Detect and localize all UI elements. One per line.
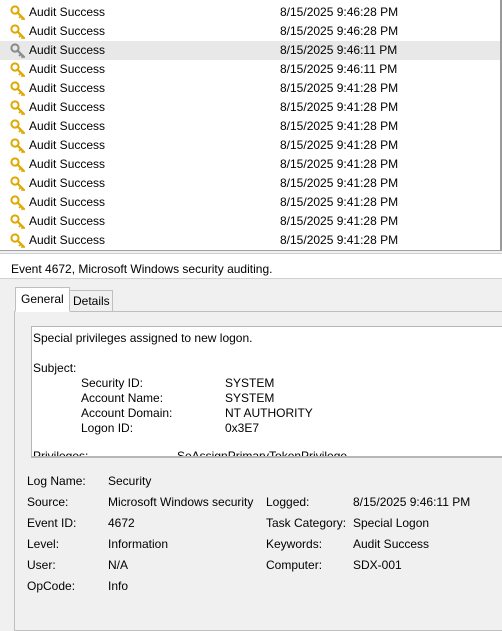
user-value: N/A bbox=[108, 558, 129, 572]
log-name-value: Security bbox=[108, 474, 152, 488]
key-icon bbox=[10, 157, 26, 173]
logged-value: 8/15/2025 9:46:11 PM bbox=[353, 495, 471, 509]
subject-label: Subject: bbox=[33, 361, 77, 375]
message-box-divider bbox=[31, 457, 502, 458]
source-label: Source: bbox=[27, 495, 69, 509]
key-icon bbox=[10, 233, 26, 249]
event-datetime: 8/15/2025 9:41:28 PM bbox=[280, 119, 399, 133]
privileges-label: Privileges: bbox=[33, 449, 89, 457]
event-keyword: Audit Success bbox=[29, 233, 106, 247]
event-row[interactable]: Audit Success 8/15/2025 9:41:28 PM bbox=[0, 117, 500, 136]
key-icon bbox=[10, 43, 26, 59]
logon-id-value: 0x3E7 bbox=[225, 421, 260, 435]
tab-general[interactable]: General bbox=[15, 287, 70, 312]
event-datetime: 8/15/2025 9:41:28 PM bbox=[280, 100, 399, 114]
logon-id-label: Logon ID: bbox=[81, 421, 134, 435]
event-list[interactable]: Audit Success 8/15/2025 9:46:28 PM Audit S… bbox=[0, 0, 502, 251]
details-title: Event 4672, Microsoft Windows security a… bbox=[11, 262, 273, 276]
account-domain-label: Account Domain: bbox=[81, 406, 173, 420]
tab-details[interactable]: Details bbox=[68, 290, 113, 312]
keywords-label: Keywords: bbox=[266, 537, 323, 551]
event-row[interactable]: Audit Success 8/15/2025 9:41:28 PM bbox=[0, 155, 500, 174]
event-keyword: Audit Success bbox=[29, 24, 106, 38]
computer-label: Computer: bbox=[266, 558, 323, 572]
source-value: Microsoft Windows security bbox=[108, 495, 254, 509]
event-datetime: 8/15/2025 9:41:28 PM bbox=[280, 81, 399, 95]
event-keyword: Audit Success bbox=[29, 195, 106, 209]
event-row[interactable]: Audit Success 8/15/2025 9:46:28 PM bbox=[0, 3, 500, 22]
event-datetime: 8/15/2025 9:41:28 PM bbox=[280, 138, 399, 152]
event-keyword: Audit Success bbox=[29, 214, 106, 228]
event-keyword: Audit Success bbox=[29, 81, 106, 95]
key-icon bbox=[10, 214, 26, 230]
level-value: Information bbox=[108, 537, 169, 551]
event-keyword: Audit Success bbox=[29, 62, 106, 76]
logged-label: Logged: bbox=[266, 495, 310, 509]
log-name-label: Log Name: bbox=[27, 474, 86, 488]
event-datetime: 8/15/2025 9:41:28 PM bbox=[280, 176, 399, 190]
event-keyword: Audit Success bbox=[29, 119, 106, 133]
event-datetime: 8/15/2025 9:46:28 PM bbox=[280, 24, 399, 38]
opcode-value: Info bbox=[108, 579, 129, 593]
event-keyword: Audit Success bbox=[29, 138, 106, 152]
event-keyword: Audit Success bbox=[29, 157, 106, 171]
security-id-label: Security ID: bbox=[81, 376, 144, 390]
user-label: User: bbox=[27, 558, 56, 572]
security-id-value: SYSTEM bbox=[225, 376, 275, 390]
event-keyword: Audit Success bbox=[29, 176, 106, 190]
key-icon bbox=[10, 5, 26, 21]
key-icon bbox=[10, 119, 26, 135]
opcode-label: OpCode: bbox=[27, 579, 76, 593]
general-tab-panel: Special privileges assigned to new logon… bbox=[14, 311, 502, 631]
privileges-value: SeAssignPrimaryTokenPrivilege bbox=[177, 449, 348, 457]
computer-value: SDX-001 bbox=[353, 558, 402, 572]
event-row[interactable]: Audit Success 8/15/2025 9:41:28 PM bbox=[0, 174, 500, 193]
event-row[interactable]: Audit Success 8/15/2025 9:41:28 PM bbox=[0, 136, 500, 155]
event-datetime: 8/15/2025 9:46:11 PM bbox=[280, 62, 398, 76]
event-keyword: Audit Success bbox=[29, 43, 106, 57]
event-row[interactable]: Audit Success 8/15/2025 9:41:28 PM bbox=[0, 231, 500, 250]
event-id-value: 4672 bbox=[108, 516, 135, 530]
event-datetime: 8/15/2025 9:41:28 PM bbox=[280, 214, 399, 228]
event-row[interactable]: Audit Success 8/15/2025 9:46:28 PM bbox=[0, 22, 500, 41]
event-id-label: Event ID: bbox=[27, 516, 77, 530]
key-icon bbox=[10, 176, 26, 192]
key-icon bbox=[10, 81, 26, 97]
task-category-value: Special Logon bbox=[353, 516, 430, 530]
details-header: Event 4672, Microsoft Windows security a… bbox=[0, 253, 502, 279]
event-row[interactable]: Audit Success 8/15/2025 9:41:28 PM bbox=[0, 193, 500, 212]
event-row[interactable]: Audit Success 8/15/2025 9:46:11 PM bbox=[0, 41, 500, 60]
event-row[interactable]: Audit Success 8/15/2025 9:41:28 PM bbox=[0, 79, 500, 98]
event-keyword: Audit Success bbox=[29, 5, 106, 19]
task-category-label: Task Category: bbox=[266, 516, 347, 530]
account-name-value: SYSTEM bbox=[225, 391, 275, 405]
event-datetime: 8/15/2025 9:46:11 PM bbox=[280, 43, 398, 57]
key-icon bbox=[10, 62, 26, 78]
event-datetime: 8/15/2025 9:41:28 PM bbox=[280, 195, 399, 209]
account-domain-value: NT AUTHORITY bbox=[225, 406, 313, 420]
key-icon bbox=[10, 138, 26, 154]
event-keyword: Audit Success bbox=[29, 100, 106, 114]
event-datetime: 8/15/2025 9:41:28 PM bbox=[280, 157, 399, 171]
key-icon bbox=[10, 195, 26, 211]
keywords-value: Audit Success bbox=[353, 537, 430, 551]
event-datetime: 8/15/2025 9:41:28 PM bbox=[280, 233, 399, 247]
key-icon bbox=[10, 24, 26, 40]
event-message-box[interactable]: Special privileges assigned to new logon… bbox=[31, 326, 502, 457]
event-details-pane: Event 4672, Microsoft Windows security a… bbox=[0, 253, 502, 631]
key-icon bbox=[10, 100, 26, 116]
event-datetime: 8/15/2025 9:46:28 PM bbox=[280, 5, 399, 19]
message-heading: Special privileges assigned to new logon… bbox=[33, 331, 253, 345]
event-row[interactable]: Audit Success 8/15/2025 9:41:28 PM bbox=[0, 98, 500, 117]
event-row[interactable]: Audit Success 8/15/2025 9:46:11 PM bbox=[0, 60, 500, 79]
level-label: Level: bbox=[27, 537, 60, 551]
account-name-label: Account Name: bbox=[81, 391, 164, 405]
event-row[interactable]: Audit Success 8/15/2025 9:41:28 PM bbox=[0, 212, 500, 231]
